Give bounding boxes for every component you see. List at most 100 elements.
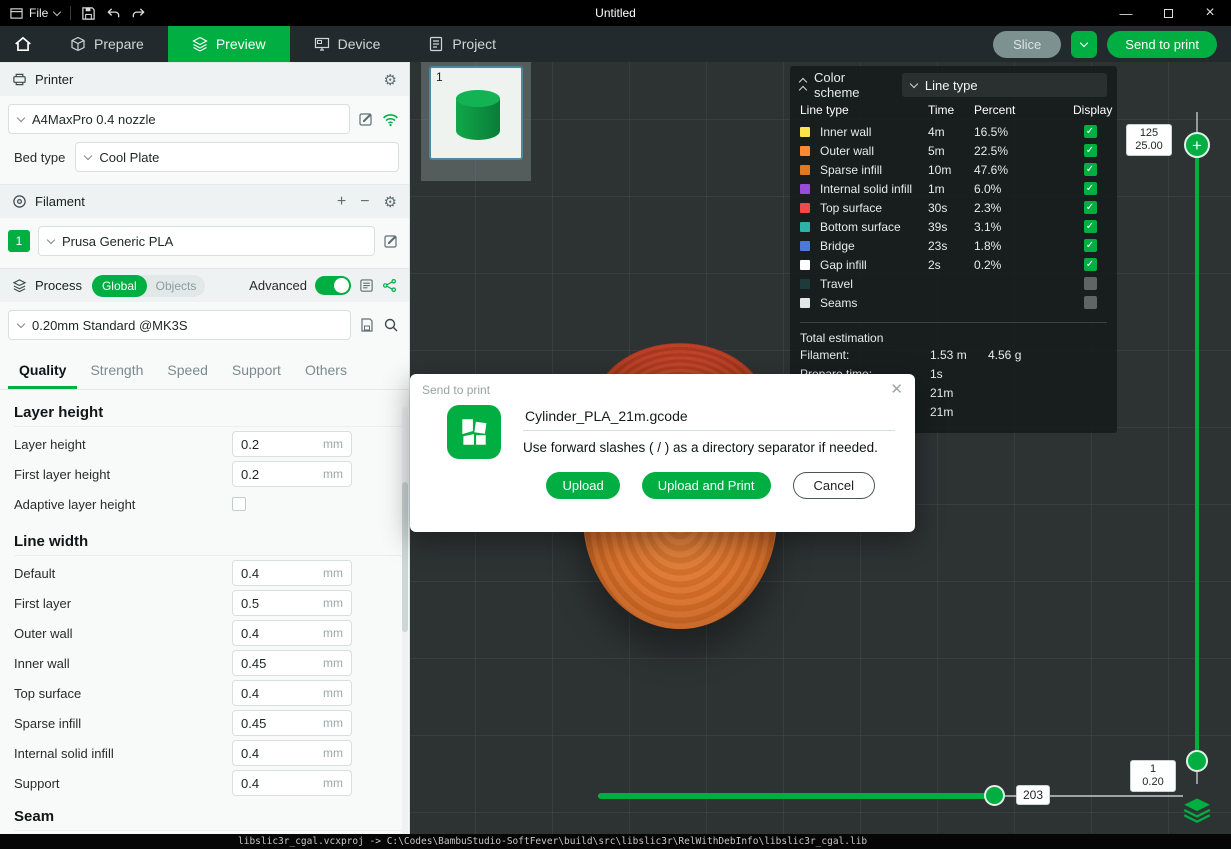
send-options-button[interactable] — [1071, 31, 1097, 58]
line-width-inner-wall-input[interactable] — [233, 656, 323, 671]
build-output-statusbar: libslic3r_cgal.vcxproj -> C:\Codes\Bambu… — [0, 834, 1231, 849]
tab-device[interactable]: Device — [290, 26, 405, 62]
add-filament-icon[interactable]: + — [337, 193, 346, 211]
plate-thumbnail[interactable]: 1 — [429, 66, 523, 160]
edit-printer-icon[interactable] — [358, 111, 374, 127]
remove-filament-icon[interactable]: − — [360, 193, 369, 211]
line-width-outer-wall-input[interactable] — [233, 626, 323, 641]
layer-height-field[interactable]: mm — [232, 431, 352, 457]
line-width-inner-wall-field[interactable]: mm — [232, 650, 352, 676]
line-width-default-field[interactable]: mm — [232, 560, 352, 586]
filament-settings-gear-icon[interactable]: ⚙ — [384, 193, 397, 211]
search-icon[interactable] — [383, 317, 399, 333]
send-to-print-button[interactable]: Send to print — [1107, 31, 1217, 58]
dialog-close-icon[interactable]: ✕ — [890, 382, 903, 397]
upload-button[interactable]: Upload — [546, 472, 619, 499]
display-checkbox[interactable]: ✓ — [1084, 258, 1097, 271]
collapse-panel-icon[interactable] — [800, 78, 806, 93]
layer-slider-bottom-handle[interactable] — [1186, 750, 1208, 772]
display-checkbox[interactable]: ✓ — [1084, 239, 1097, 252]
save-preset-icon[interactable] — [359, 317, 375, 333]
line-width-support-input[interactable] — [233, 776, 323, 791]
printer-preset-select[interactable]: A4MaxPro 0.4 nozzle — [8, 104, 350, 134]
move-slider-range[interactable] — [598, 793, 995, 799]
minimize-icon: — — [1120, 6, 1133, 21]
tab-others[interactable]: Others — [294, 358, 358, 389]
redo-button[interactable] — [131, 6, 146, 21]
line-width-first-layer-field[interactable]: mm — [232, 590, 352, 616]
display-checkbox[interactable]: ✓ — [1084, 125, 1097, 138]
tab-project[interactable]: Project — [404, 26, 520, 62]
scope-global-button[interactable]: Global — [92, 275, 147, 297]
gcode-filename-input[interactable] — [523, 405, 895, 431]
line-width-outer-wall-field[interactable]: mm — [232, 620, 352, 646]
line-width-support-field[interactable]: mm — [232, 770, 352, 796]
top-layer-number: 125 — [1127, 127, 1171, 140]
line-width-top-surface-field[interactable]: mm — [232, 680, 352, 706]
bed-type-select[interactable]: Cool Plate — [75, 142, 399, 172]
layers-view-button[interactable] — [1182, 796, 1212, 824]
tab-quality[interactable]: Quality — [8, 358, 77, 389]
process-preset-select[interactable]: 0.20mm Standard @MK3S — [8, 310, 351, 340]
edit-filament-icon[interactable] — [383, 233, 399, 249]
app-menu-icon — [10, 7, 23, 20]
parameter-tree-icon[interactable] — [382, 278, 397, 293]
filament-slot-badge[interactable]: 1 — [8, 230, 30, 252]
advanced-toggle[interactable] — [315, 276, 351, 295]
tab-prepare-label: Prepare — [94, 36, 144, 52]
param-row: Adaptive layer height — [14, 489, 409, 519]
tab-support[interactable]: Support — [221, 358, 292, 389]
tab-preview[interactable]: Preview — [168, 26, 290, 62]
wifi-icon[interactable] — [382, 112, 399, 127]
printer-settings-gear-icon[interactable]: ⚙ — [384, 71, 397, 89]
legend-row: Seams ✓ — [800, 293, 1107, 312]
send-to-print-dialog: Send to print ✕ Use forward slashes ( / … — [410, 374, 915, 532]
move-slider-handle[interactable] — [984, 785, 1005, 806]
undo-button[interactable] — [106, 6, 121, 21]
slice-button[interactable]: Slice — [993, 31, 1061, 58]
tab-prepare[interactable]: Prepare — [46, 26, 168, 62]
param-row: Internal solid infill mm — [14, 738, 409, 768]
display-checkbox[interactable]: ✓ — [1084, 296, 1097, 309]
view-mode-select[interactable]: Line type — [902, 73, 1107, 97]
first-layer-height-input[interactable] — [233, 467, 323, 482]
display-checkbox[interactable]: ✓ — [1084, 163, 1097, 176]
chevron-down-icon — [53, 7, 61, 15]
process-icon — [12, 278, 27, 293]
line-width-internal-solid-field[interactable]: mm — [232, 740, 352, 766]
line-width-sparse-infill-input[interactable] — [233, 716, 323, 731]
display-checkbox[interactable]: ✓ — [1084, 277, 1097, 290]
line-width-sparse-infill-field[interactable]: mm — [232, 710, 352, 736]
sidebar-scrollbar-thumb[interactable] — [402, 482, 408, 632]
tab-speed[interactable]: Speed — [156, 358, 218, 389]
tab-strength[interactable]: Strength — [79, 358, 154, 389]
tab-project-label: Project — [452, 36, 496, 52]
layer-slider-range[interactable] — [1195, 145, 1199, 761]
col-time: Time — [928, 103, 974, 117]
save-button[interactable] — [81, 6, 96, 21]
line-width-internal-solid-input[interactable] — [233, 746, 323, 761]
legend-time: 5m — [928, 144, 974, 158]
file-menu[interactable]: File — [10, 6, 60, 20]
scope-objects-button[interactable]: Objects — [147, 275, 206, 297]
line-width-first-layer-input[interactable] — [233, 596, 323, 611]
upload-and-print-button[interactable]: Upload and Print — [642, 472, 771, 499]
adaptive-layer-height-checkbox[interactable] — [232, 497, 246, 511]
line-width-default-input[interactable] — [233, 566, 323, 581]
home-button[interactable] — [0, 26, 46, 62]
cancel-button[interactable]: Cancel — [793, 472, 875, 499]
layer-height-input[interactable] — [233, 437, 323, 452]
display-checkbox[interactable]: ✓ — [1084, 220, 1097, 233]
display-checkbox[interactable]: ✓ — [1084, 144, 1097, 157]
minimize-button[interactable]: — — [1105, 0, 1147, 26]
first-layer-height-field[interactable]: mm — [232, 461, 352, 487]
filament-preset-select[interactable]: Prusa Generic PLA — [38, 226, 375, 256]
maximize-button[interactable] — [1147, 0, 1189, 26]
line-width-top-surface-input[interactable] — [233, 686, 323, 701]
layer-slider-top-handle[interactable]: + — [1184, 132, 1210, 158]
parameter-list-icon[interactable] — [359, 278, 374, 293]
close-button[interactable]: × — [1189, 0, 1231, 26]
display-checkbox[interactable]: ✓ — [1084, 182, 1097, 195]
filament-section-title: Filament — [35, 194, 85, 209]
display-checkbox[interactable]: ✓ — [1084, 201, 1097, 214]
